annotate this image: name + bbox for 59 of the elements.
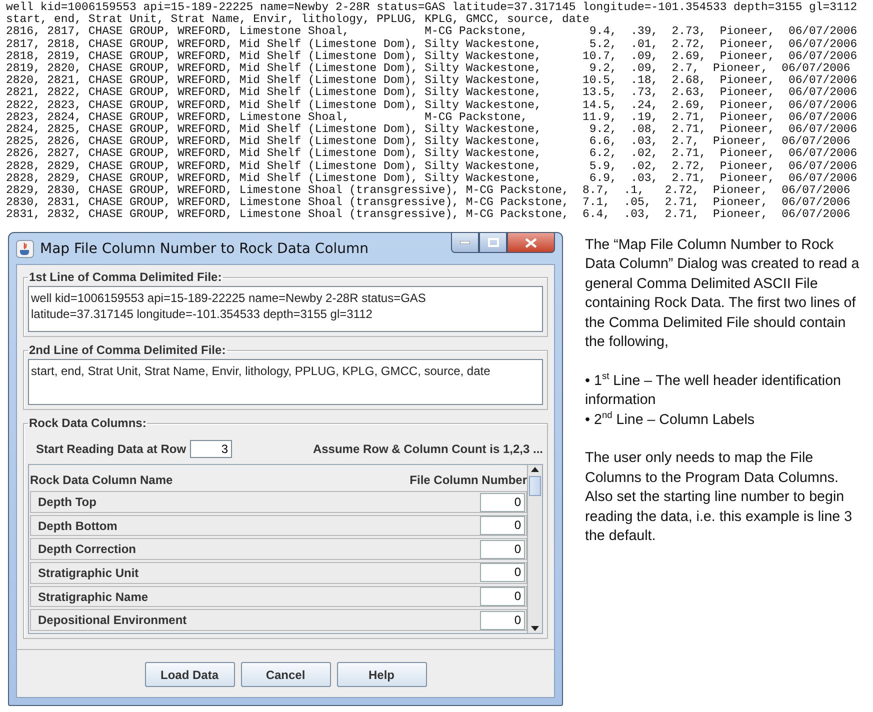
text-area[interactable]: well kid=1006159553 api=15-189-22225 name=Newby 2-28R status=GAS latitude=37.317145 longitude=-101.354533 depth=3155 gl=3112 (28, 286, 543, 332)
row-label: Stratigraphic Name (38, 590, 148, 604)
minimize-icon (460, 241, 470, 244)
maximize-button[interactable] (479, 233, 507, 253)
input-field[interactable]: 0 (480, 563, 525, 582)
file-line: 2822, 2823, CHASE GROUP, WREFORD, Mid Shelf (Limestone Dom), Silty Wackestone, 14.5, .24, 2.69, Pioneer, 06/07/2006 (6, 100, 858, 112)
scroll-thumb[interactable] (529, 476, 541, 496)
dialog-button[interactable]: Cancel (240, 662, 330, 687)
row-label: Depth Top (38, 495, 96, 510)
maximize-icon (488, 238, 498, 247)
close-icon (525, 238, 537, 248)
file-line: 2818, 2819, CHASE GROUP, WREFORD, Mid Shelf (Limestone Dom), Silty Wackestone, 10.7, .09, 2.69, Pioneer, 06/07/2006 (6, 50, 858, 63)
input-field[interactable]: 0 (480, 516, 525, 536)
input-field[interactable]: 0 (480, 587, 525, 606)
note-text: Assume Row & Column Count is 1,2,3 ... (312, 442, 543, 456)
description-paragraph: The user only needs to map the File Columns to the Program Data Columns. Also set the starting line number to begin reading the data, i.e. this example is line 3 the default. (585, 449, 854, 546)
coffee-cup-icon (16, 240, 34, 258)
file-line: 2828, 2829, CHASE GROUP, WREFORD, Mid Shelf (Limestone Dom), Silty Wackestone, 5.9, .02, 2.72, Pioneer, 06/07/2006 (6, 160, 858, 173)
file-line: start, end, Strat Unit, Strat Name, Envir, lithology, PPLUG, KPLG, GMCC, source, date (6, 14, 590, 26)
file-line: 2816, 2817, CHASE GROUP, WREFORD, Limestone Shoal, M-CG Packstone, 9.4, .39, 2.73, Pioneer, 06/07/2006 (6, 26, 858, 38)
window-title: Map File Column Number to Rock Data Column (40, 240, 370, 256)
minimize-button[interactable] (451, 233, 479, 253)
file-line: 2828, 2829, CHASE GROUP, WREFORD, Mid Shelf (Limestone Dom), Silty Wackestone, 6.9, .03, 2.71, Pioneer, 06/07/2006 (6, 172, 858, 185)
file-line: 2817, 2818, CHASE GROUP, WREFORD, Mid Shelf (Limestone Dom), Silty Wackestone, 5.2, .01, 2.72, Pioneer, 06/07/2006 (6, 38, 858, 51)
input-field[interactable]: 3 (190, 440, 232, 458)
field-label: Start Reading Data at Row (36, 442, 186, 456)
file-line: 2820, 2821, CHASE GROUP, WREFORD, Mid Shelf (Limestone Dom), Silty Wackestone, 10.5, .18, 2.68, Pioneer, 06/07/2006 (6, 75, 858, 88)
scrollbar[interactable] (527, 465, 542, 633)
bullet-item: • 1$^{st}$ Line – The well header identification information (585, 372, 842, 410)
row-label: Depth Correction (38, 542, 136, 556)
file-line: 2829, 2830, CHASE GROUP, WREFORD, Limestone Shoal (transgressive), M-CG Packstone, 8.7, .1, 2.72, Pioneer, 06/07/2006 (6, 185, 850, 198)
file-line: 2823, 2824, CHASE GROUP, WREFORD, Limestone Shoal, M-CG Packstone, 11.9, .19, 2.71, Pioneer, 06/07/2006 (6, 112, 858, 124)
input-field[interactable]: 0 (480, 610, 525, 630)
up-arrow-icon (530, 465, 540, 473)
column-header: File Column Number (410, 472, 527, 487)
group-label: 2nd Line of Comma Delimited File: (28, 343, 227, 357)
group-label: Rock Data Columns: (28, 416, 148, 430)
group-label: 1st Line of Comma Delimited File: (28, 270, 223, 284)
bullet-item: • 2$^{nd}$ Line – Column Labels (585, 410, 756, 430)
row-label: Depth Bottom (38, 518, 118, 533)
file-line: 2826, 2827, CHASE GROUP, WREFORD, Mid Shelf (Limestone Dom), Silty Wackestone, 6.2, .02, 2.71, Pioneer, 06/07/2006 (6, 148, 858, 160)
input-field[interactable]: 0 (480, 540, 525, 559)
close-button[interactable] (507, 233, 555, 253)
row-label: Stratigraphic Unit (38, 566, 139, 580)
file-line: 2819, 2820, CHASE GROUP, WREFORD, Mid Shelf (Limestone Dom), Silty Wackestone, 9.2, .09, 2.7, Pioneer, 06/07/2006 (6, 63, 850, 76)
input-field[interactable]: 0 (480, 492, 525, 512)
column-header: Rock Data Column Name (30, 472, 173, 487)
file-line: 2825, 2826, CHASE GROUP, WREFORD, Mid Shelf (Limestone Dom), Silty Wackestone, 6.6, .03, 2.7, Pioneer, 06/07/2006 (6, 136, 850, 148)
description-paragraph: The “Map File Column Number to Rock Data Column” Dialog was created to read a general Comma Delimited ASCII File containing Rock Data. The first two lines of the Comma Delimited File should contain the following, (585, 236, 860, 352)
dialog-button[interactable]: Help (336, 662, 426, 687)
file-line: well kid=1006159553 api=15-189-22225 name=Newby 2-28R status=GAS latitude=37.317145 longitude=-101.354533 depth=3155 gl=3112 (6, 2, 858, 14)
dialog-button[interactable]: Load Data (144, 662, 234, 687)
file-line: 2830, 2831, CHASE GROUP, WREFORD, Limestone Shoal (transgressive), M-CG Packstone, 7.1, .05, 2.71, Pioneer, 06/07/2006 (6, 197, 850, 210)
file-line: 2821, 2822, CHASE GROUP, WREFORD, Mid Shelf (Limestone Dom), Silty Wackestone, 13.5, .73, 2.63, Pioneer, 06/07/2006 (6, 87, 858, 100)
text-area[interactable]: start, end, Strat Unit, Strat Name, Envir, lithology, PPLUG, KPLG, GMCC, source, date (28, 359, 543, 405)
file-line: 2824, 2825, CHASE GROUP, WREFORD, Mid Shelf (Limestone Dom), Silty Wackestone, 9.2, .08, 2.71, Pioneer, 06/07/2006 (6, 124, 858, 136)
row-label: Depositional Environment (38, 613, 187, 628)
file-line: 2831, 2832, CHASE GROUP, WREFORD, Limestone Shoal (transgressive), M-CG Packstone, 6.4, .03, 2.71, Pioneer, 06/07/2006 (6, 209, 850, 222)
down-arrow-icon (530, 625, 540, 633)
